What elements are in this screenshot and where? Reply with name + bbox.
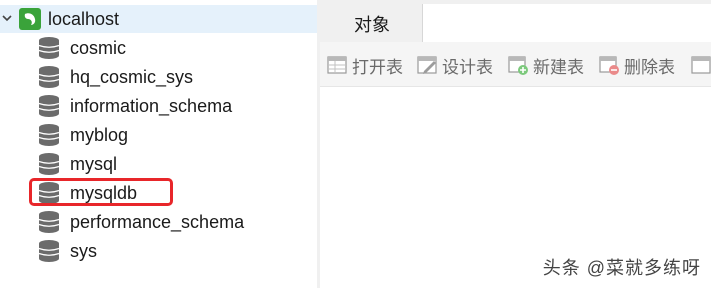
open-table-label: 打开表 — [352, 57, 403, 77]
design-table-button[interactable]: 设计表 — [416, 52, 493, 78]
delete-table-icon — [599, 56, 619, 75]
open-table-button[interactable]: 打开表 — [326, 52, 403, 78]
database-node-mysql[interactable]: mysql — [0, 149, 317, 177]
database-node-cosmic[interactable]: cosmic — [0, 33, 317, 61]
object-toolbar: 打开表 设计表 新建表 删除表 — [320, 42, 711, 87]
database-icon — [38, 95, 60, 117]
database-node-performance-schema[interactable]: performance_schema — [0, 207, 317, 235]
navigation-tree: localhost cosmic hq_cosmic_sys informati… — [0, 0, 317, 288]
design-table-label: 设计表 — [442, 57, 493, 77]
more-toolbar-button[interactable] — [690, 52, 711, 78]
connection-node-localhost[interactable]: localhost — [0, 5, 317, 33]
connection-label: localhost — [48, 9, 120, 29]
database-icon — [38, 66, 60, 88]
database-label: myblog — [70, 125, 129, 145]
delete-table-label: 删除表 — [624, 57, 675, 77]
database-label: mysql — [70, 154, 118, 174]
database-node-myblog[interactable]: myblog — [0, 120, 317, 148]
highlight-annotation-box — [29, 178, 173, 206]
new-table-button[interactable]: 新建表 — [507, 52, 584, 78]
tab-label: 对象 — [354, 15, 390, 35]
database-node-hq-cosmic-sys[interactable]: hq_cosmic_sys — [0, 62, 317, 90]
tab-bar: 对象 — [320, 0, 711, 42]
database-node-sys[interactable]: sys — [0, 236, 317, 264]
open-table-icon — [327, 56, 347, 74]
database-label: performance_schema — [70, 212, 245, 232]
database-icon — [38, 124, 60, 146]
tab-objects[interactable]: 对象 — [320, 0, 422, 42]
watermark-text: 头条 @菜就多练呀 — [542, 258, 701, 278]
design-table-icon — [417, 56, 437, 74]
database-label: sys — [70, 241, 97, 261]
database-label: cosmic — [70, 38, 127, 58]
database-icon — [38, 37, 60, 59]
chevron-down-icon[interactable] — [2, 13, 12, 23]
database-icon — [38, 240, 60, 262]
database-label: information_schema — [70, 96, 233, 116]
overflow-table-icon — [691, 56, 711, 74]
database-label: hq_cosmic_sys — [70, 67, 194, 87]
object-pane: 对象 打开表 设计表 新建表 删除表 头条 @菜就多练呀 — [320, 0, 711, 288]
database-icon — [38, 211, 60, 233]
database-node-information-schema[interactable]: information_schema — [0, 91, 317, 119]
new-table-label: 新建表 — [533, 57, 584, 77]
tab-strip-empty — [422, 4, 711, 42]
delete-table-button[interactable]: 删除表 — [598, 52, 675, 78]
database-icon — [38, 153, 60, 175]
new-table-icon — [508, 56, 528, 75]
dolphin-connection-icon — [19, 8, 41, 30]
